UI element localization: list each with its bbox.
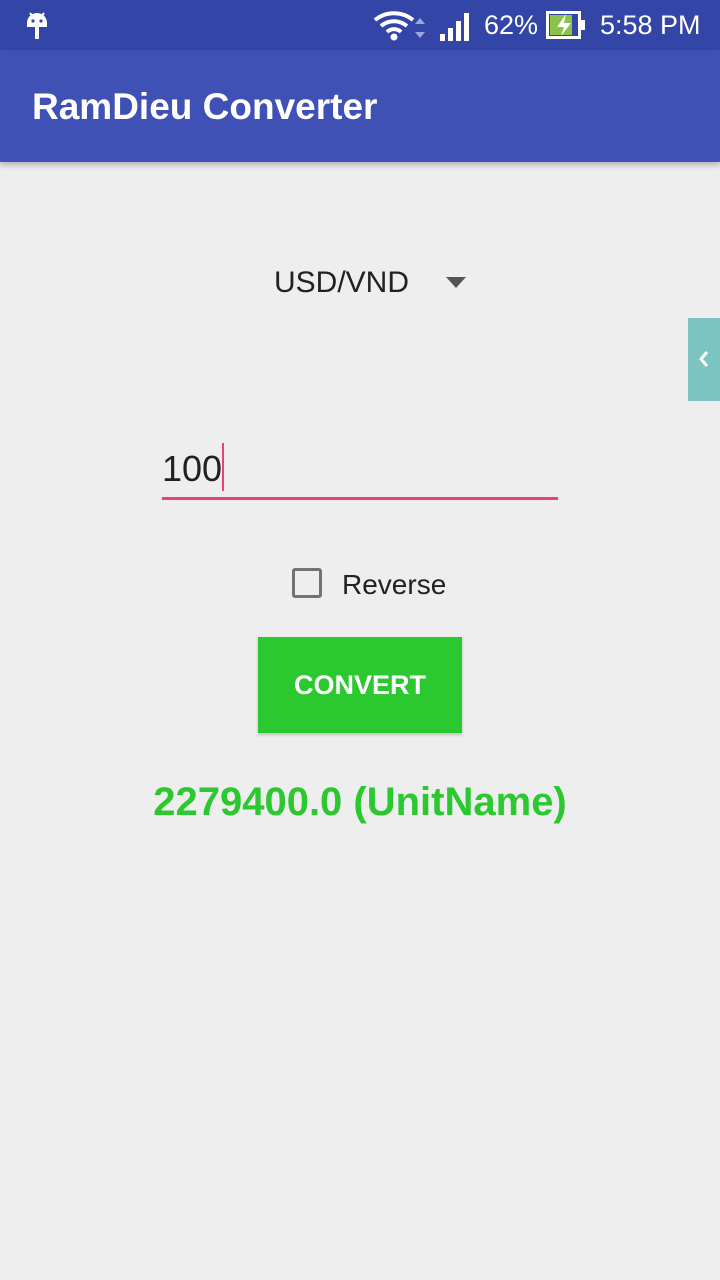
chevron-left-icon	[699, 351, 709, 367]
convert-button[interactable]: CONVERT	[258, 637, 462, 733]
wifi-icon	[373, 11, 425, 41]
signal-icon	[440, 13, 469, 41]
dropdown-arrow-icon	[446, 277, 466, 288]
side-panel-handle[interactable]	[688, 318, 720, 401]
conversion-result: 2279400.0 (UnitName)	[153, 780, 567, 824]
reverse-label: Reverse	[342, 569, 447, 600]
text-cursor	[222, 443, 224, 491]
amount-value: 100	[162, 448, 223, 489]
battery-percent: 62%	[484, 10, 539, 40]
android-icon	[27, 12, 47, 39]
status-bar: 62% 5:58 PM	[0, 0, 720, 50]
clock: 5:58 PM	[600, 10, 701, 40]
currency-pair-value: USD/VND	[274, 266, 410, 299]
app-bar: RamDieu Converter	[0, 50, 720, 162]
app-title: RamDieu Converter	[32, 86, 378, 127]
reverse-checkbox-row[interactable]: Reverse	[290, 566, 470, 606]
battery-charging-icon	[546, 11, 585, 39]
currency-pair-dropdown[interactable]: USD/VND	[274, 262, 474, 306]
reverse-checkbox[interactable]	[292, 568, 322, 598]
